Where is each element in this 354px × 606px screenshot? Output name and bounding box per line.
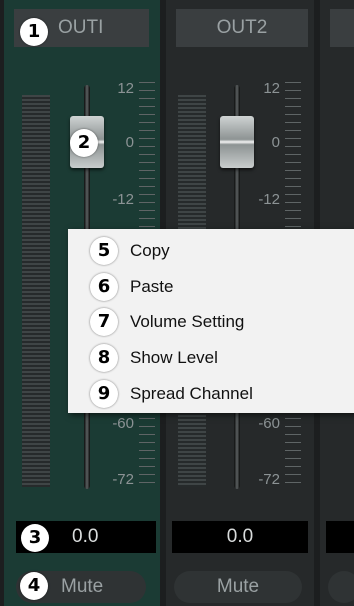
annotation-badge-8: 8	[90, 344, 118, 372]
scale-label: -72	[258, 471, 280, 488]
scale-label: -12	[258, 191, 280, 208]
menu-item-spread-channel[interactable]: 9 Spread Channel	[68, 377, 354, 411]
scale-label: 0	[125, 134, 134, 151]
annotation-badge-7: 7	[90, 308, 118, 336]
annotation-badge-1: 1	[20, 18, 48, 46]
scale-label: 12	[117, 80, 134, 97]
menu-item-copy[interactable]: 5 Copy	[68, 234, 354, 268]
annotation-badge-2: 2	[70, 129, 98, 157]
menu-item-paste[interactable]: 6 Paste	[68, 270, 354, 304]
menu-item-label: Show Level	[130, 348, 218, 367]
annotation-badge-9: 9	[90, 380, 118, 408]
channel-title[interactable]	[330, 9, 354, 47]
mute-button[interactable]: Mute	[174, 571, 302, 603]
context-menu: 5 Copy 6 Paste 7 Volume Setting 8 Show L…	[68, 229, 354, 413]
menu-item-label: Spread Channel	[130, 384, 253, 403]
level-meter	[22, 95, 50, 487]
menu-item-volume-setting[interactable]: 7 Volume Setting	[68, 305, 354, 339]
mute-button[interactable]	[328, 571, 354, 603]
scale-label: 0	[271, 134, 280, 151]
fader-knob[interactable]	[220, 116, 254, 168]
volume-value-field[interactable]	[326, 521, 354, 553]
annotation-badge-3: 3	[21, 524, 49, 552]
scale-label: -60	[258, 415, 280, 432]
scale-label: 12	[263, 80, 280, 97]
menu-item-label: Volume Setting	[130, 312, 245, 331]
annotation-badge-4: 4	[20, 572, 48, 600]
channel-title[interactable]: OUT2	[176, 9, 308, 47]
annotation-badge-5: 5	[90, 237, 118, 265]
annotation-badge-6: 6	[90, 273, 118, 301]
scale-label: -60	[112, 415, 134, 432]
menu-item-show-level[interactable]: 8 Show Level	[68, 341, 354, 375]
menu-item-label: Copy	[130, 241, 170, 260]
volume-value-field[interactable]: 0.0	[172, 521, 308, 553]
menu-item-label: Paste	[130, 277, 174, 296]
scale-label: -12	[112, 191, 134, 208]
scale-label: -72	[112, 471, 134, 488]
